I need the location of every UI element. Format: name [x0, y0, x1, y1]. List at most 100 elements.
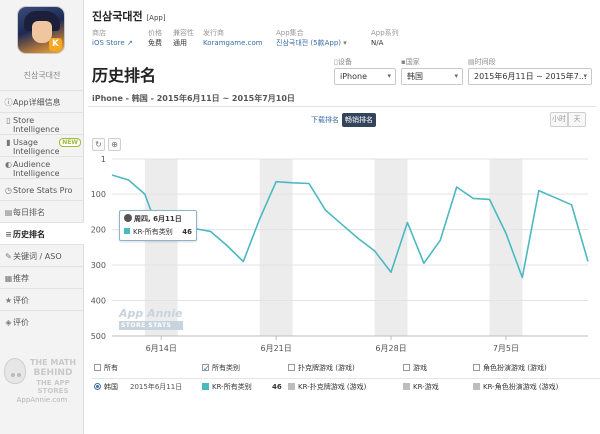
x-tick-label: 7月5日: [493, 344, 519, 353]
meta-publisher-label: 发行商: [203, 29, 224, 37]
mascot-line3: THE APP STORES: [36, 379, 70, 395]
meta-series-label: App系列: [371, 29, 399, 37]
meta-collection-label: App集合: [276, 29, 304, 37]
sidebar-item-store-intelligence[interactable]: ▯ Store Intelligence: [0, 112, 84, 134]
legend-row: 韩国 2015年6月11日 KR-所有类别 46 KR-扑克牌游戏 (游戏) K…: [92, 378, 600, 394]
series-swatch: [403, 383, 410, 390]
new-badge: NEW: [59, 138, 81, 147]
tooltip-value: 46: [182, 228, 192, 236]
globe-icon: [124, 214, 132, 222]
country-filter: ▪国家 韩国 ▾: [401, 58, 463, 85]
usage-intelligence-icon: ▮: [6, 138, 11, 147]
meta-compat-label: 兼容性: [173, 29, 194, 37]
store-intelligence-icon: ▯: [6, 116, 11, 125]
sidebar-item-label: 每日排名: [13, 208, 45, 217]
hourly-button[interactable]: 小时: [550, 112, 568, 127]
mascot-line1: THE MATH: [29, 358, 77, 367]
chart-tooltip: 周四, 6月11日 KR-所有类别 46: [119, 210, 197, 241]
y-tick-label: 400: [91, 297, 106, 306]
legend-series-all[interactable]: KR-所有类别: [202, 381, 252, 393]
meta-compat-value: 通用: [173, 39, 187, 47]
sidebar-item-featured[interactable]: ▦ 推荐: [0, 266, 84, 288]
sidebar-item-keyword[interactable]: ✎ 关键词 / ASO: [0, 244, 84, 266]
sidebar-item-label: Audience Intelligence: [13, 160, 60, 178]
legend-games-checkbox[interactable]: 游戏: [403, 361, 427, 375]
math-behind-mascot: THE MATH BEHIND THE APP STORES AppAnnie.…: [4, 352, 80, 410]
weekend-band: [259, 159, 293, 336]
meta-publisher-link[interactable]: Koramgame.com: [203, 38, 263, 48]
sidebar-item-info[interactable]: ⓘ App详细信息: [0, 90, 84, 112]
sidebar-item-label: 推荐: [13, 274, 29, 283]
sidebar-item-label: Store Stats Pro: [13, 186, 73, 195]
meta-collection-dropdown[interactable]: 진삼국대전 (5款App) ▾: [276, 38, 347, 48]
page-subtitle: iPhone - 韩国 - 2015年6月11日 ~ 2015年7月10日: [92, 94, 295, 103]
comment-icon: ◈: [5, 318, 12, 327]
legend-series-rpg[interactable]: KR-角色扮演游戏 (游戏): [473, 381, 558, 393]
tab-grossing-ranking[interactable]: 畅销排名: [342, 113, 376, 127]
weekend-band: [374, 159, 408, 336]
meta-price-value: 免费: [148, 39, 162, 47]
device-select[interactable]: iPhone ▾: [334, 68, 396, 85]
header-divider: [88, 106, 596, 107]
device-filter: ▯设备 iPhone ▾: [334, 58, 396, 85]
sidebar-item-ranking[interactable]: ≡ 历史排名: [0, 222, 84, 244]
sidebar-item-clock[interactable]: ◷ Store Stats Pro: [0, 178, 84, 200]
tooltip-series: KR-所有类别: [133, 228, 173, 236]
app-icon-k-badge: K: [49, 38, 62, 51]
ranking-icon: ≡: [5, 230, 12, 239]
series-swatch: [473, 383, 480, 390]
period-select[interactable]: 2015年6月11日 ~ 2015年7... ▾: [468, 68, 592, 85]
daily-button[interactable]: 天: [568, 112, 586, 127]
legend-country[interactable]: 韩国: [94, 381, 118, 393]
sidebar-item-label: 评价: [13, 318, 29, 327]
chevron-down-icon: ▾: [583, 72, 587, 80]
app-title-tag: [App]: [146, 14, 166, 22]
legend-all-categories-checkbox[interactable]: 所有类别: [202, 361, 240, 376]
tooltip-row: KR-所有类别 46: [124, 227, 192, 237]
chevron-down-icon: ▾: [387, 72, 391, 80]
period-filter-label: ▤时间段: [468, 58, 496, 66]
device-filter-label: ▯设备: [334, 58, 352, 66]
series-swatch: [124, 228, 130, 234]
tooltip-date: 周四, 6月11日: [124, 214, 192, 224]
external-link-icon: ↗: [126, 39, 133, 47]
country-filter-label: ▪国家: [401, 58, 420, 66]
legend-series-poker[interactable]: KR-扑克牌游戏 (游戏): [288, 381, 366, 393]
sidebar-item-usage-intelligence[interactable]: ▮ Usage Intelligence NEW: [0, 134, 84, 156]
watermark-brand: App Annie: [119, 307, 183, 320]
meta-store: 商店 iOS Store ↗: [92, 28, 133, 48]
sidebar-item-comment[interactable]: ◈ 评价: [0, 310, 84, 332]
app-icon[interactable]: K: [17, 6, 65, 54]
star-icon: ★: [4, 296, 13, 305]
sidebar-item-label: 关键词 / ASO: [13, 252, 62, 261]
meta-series-value: N/A: [371, 39, 384, 47]
clock-icon: ◷: [5, 186, 12, 195]
app-annie-watermark: App Annie STORE STATS: [119, 307, 183, 330]
legend-series-all-value: 46: [272, 383, 282, 391]
x-tick-label: 6月21日: [260, 344, 291, 353]
series-swatch: [288, 383, 295, 390]
sidebar-item-calendar[interactable]: ▤ 每日排名: [0, 200, 84, 222]
app-title-name: 진삼국대전: [92, 10, 143, 23]
meta-compat: 兼容性 通用: [173, 28, 194, 48]
sidebar-item-label: Store Intelligence: [13, 116, 60, 134]
country-select[interactable]: 韩国 ▾: [401, 68, 463, 85]
tab-download-ranking[interactable]: 下载排名: [308, 113, 342, 127]
calendar-icon: ▤: [468, 58, 475, 66]
legend-rpg-checkbox[interactable]: 角色扮演游戏 (游戏): [473, 361, 547, 375]
legend-poker-checkbox[interactable]: 扑克牌游戏 (游戏): [288, 361, 355, 375]
meta-series: App系列 N/A: [371, 28, 399, 48]
sidebar-item-star[interactable]: ★ 评价: [0, 288, 84, 310]
sidebar-item-label: 评价: [13, 296, 29, 305]
sidebar-item-audience-intelligence[interactable]: ◐ Audience Intelligence: [0, 156, 84, 178]
meta-store-link[interactable]: iOS Store ↗: [92, 38, 133, 48]
legend-header: 所有 所有类别 扑克牌游戏 (游戏) 游戏 角色扮演游戏 (游戏): [92, 361, 600, 376]
series-swatch: [202, 383, 209, 390]
keyword-icon: ✎: [5, 252, 12, 261]
legend-all-checkbox[interactable]: 所有: [94, 361, 118, 375]
featured-icon: ▦: [4, 274, 13, 283]
sidebar-app-name: 진삼국대전: [23, 71, 61, 80]
meta-store-label: 商店: [92, 29, 106, 37]
legend-series-games[interactable]: KR-游戏: [403, 381, 439, 393]
weekend-band: [489, 159, 523, 336]
